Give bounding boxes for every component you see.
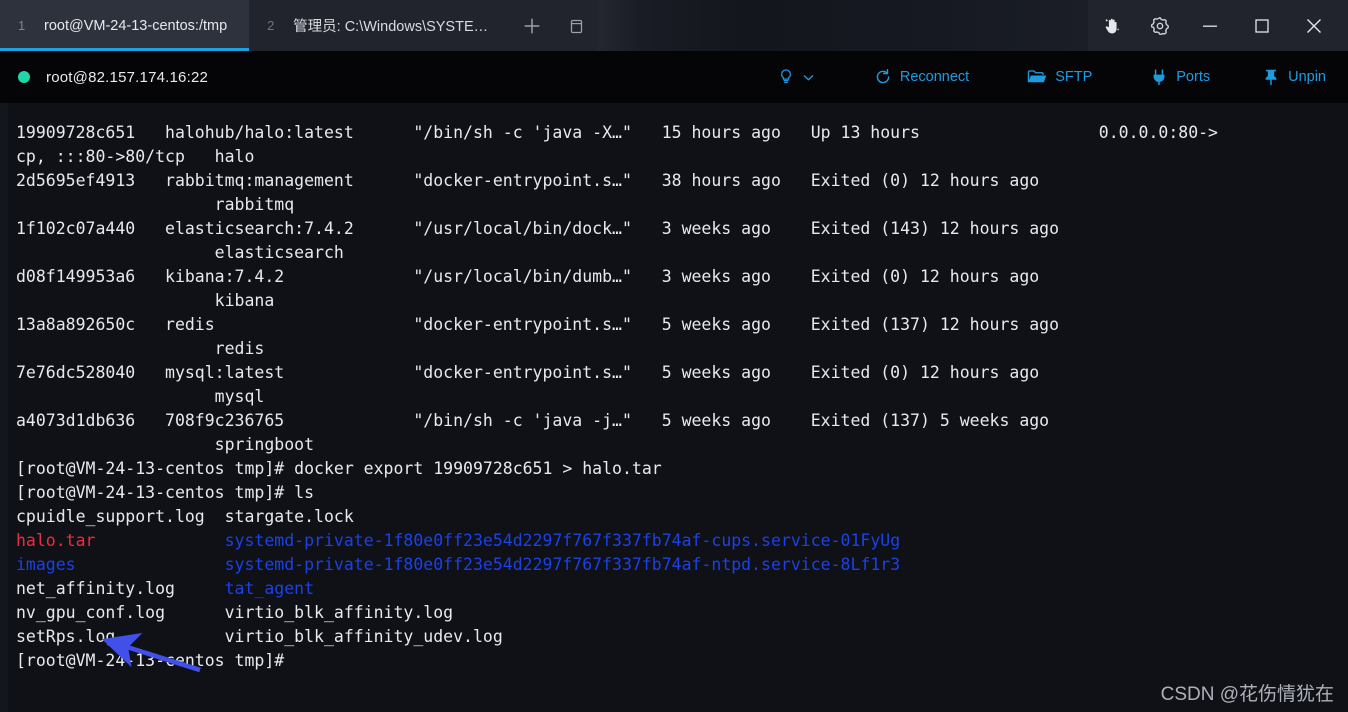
title-bar-drag-region bbox=[598, 0, 1088, 51]
connection-status-dot bbox=[18, 71, 30, 83]
terminal-text: redis bbox=[16, 339, 265, 358]
maximize-button[interactable] bbox=[1236, 0, 1288, 51]
gear-icon bbox=[1149, 15, 1171, 37]
terminal-line: a4073d1db636 708f9c236765 "/bin/sh -c 'j… bbox=[16, 409, 1348, 433]
sftp-label: SFTP bbox=[1055, 69, 1093, 85]
new-tab-button[interactable] bbox=[510, 0, 555, 51]
plus-icon bbox=[522, 16, 542, 36]
terminal-line: [root@VM-24-13-centos tmp]# docker expor… bbox=[16, 457, 1348, 481]
connection-host: root@82.157.174.16:22 bbox=[46, 68, 209, 86]
terminal-text: images bbox=[16, 555, 76, 574]
terminal-text: tat_agent bbox=[224, 579, 315, 598]
tab-2-title: 管理员: C:\Windows\SYSTE… bbox=[293, 19, 489, 35]
unpin-button[interactable]: Unpin bbox=[1262, 68, 1326, 86]
terminal-text: d08f149953a6 kibana:7.4.2 "/usr/local/bi… bbox=[16, 267, 1040, 286]
magic-hand-icon bbox=[1101, 15, 1123, 37]
terminal-text: [root@VM-24-13-centos tmp]# bbox=[16, 651, 285, 670]
terminal-line: kibana bbox=[16, 289, 1348, 313]
terminal-line: 7e76dc528040 mysql:latest "docker-entryp… bbox=[16, 361, 1348, 385]
terminal-text: 7e76dc528040 mysql:latest "docker-entryp… bbox=[16, 363, 1040, 382]
tab-strip: 1 root@VM-24-13-centos:/tmp 2 管理员: C:\Wi… bbox=[0, 0, 599, 51]
terminal-line: net_affinity.log tat_agent bbox=[16, 577, 1348, 601]
plug-icon bbox=[1150, 68, 1168, 86]
tab-1[interactable]: 1 root@VM-24-13-centos:/tmp bbox=[0, 0, 250, 51]
terminal-text: mysql bbox=[16, 387, 265, 406]
tips-button[interactable] bbox=[777, 68, 822, 86]
terminal-text: elasticsearch bbox=[16, 243, 344, 262]
terminal-line: springboot bbox=[16, 433, 1348, 457]
terminal-line: d08f149953a6 kibana:7.4.2 "/usr/local/bi… bbox=[16, 265, 1348, 289]
terminal-line: 13a8a892650c redis "docker-entrypoint.s…… bbox=[16, 313, 1348, 337]
maximize-icon bbox=[1251, 15, 1273, 37]
ports-label: Ports bbox=[1176, 69, 1211, 85]
terminal-text: cpuidle_support.log stargate.lock bbox=[16, 507, 354, 526]
terminal-text: 19909728c651 halohub/halo:latest "/bin/s… bbox=[16, 123, 1218, 142]
terminal-text: nv_gpu_conf.log virtio_blk_affinity.log bbox=[16, 603, 454, 622]
terminal-text: 1f102c07a440 elasticsearch:7.4.2 "/usr/l… bbox=[16, 219, 1060, 238]
settings-button[interactable] bbox=[1136, 0, 1184, 51]
terminal-text: setRps.log virtio_blk_affinity_udev.log bbox=[16, 627, 503, 646]
tab-2[interactable]: 2 管理员: C:\Windows\SYSTE… bbox=[249, 0, 511, 51]
tab-1-title: root@VM-24-13-centos:/tmp bbox=[44, 17, 228, 34]
refresh-icon bbox=[874, 68, 892, 86]
terminal-text: 13a8a892650c redis "docker-entrypoint.s…… bbox=[16, 315, 1060, 334]
terminal-text: rabbitmq bbox=[16, 195, 295, 214]
terminal-line: cp, :::80->80/tcp halo bbox=[16, 145, 1348, 169]
tab-1-number: 1 bbox=[18, 18, 26, 33]
app-window: 1 root@VM-24-13-centos:/tmp 2 管理员: C:\Wi… bbox=[0, 0, 1348, 712]
terminal-line: halo.tar systemd-private-1f80e0ff23e54d2… bbox=[16, 529, 1348, 553]
terminal-line: mysql bbox=[16, 385, 1348, 409]
tab-2-number: 2 bbox=[267, 18, 275, 33]
watermark: CSDN @花伤情犹在 bbox=[1160, 684, 1334, 705]
session-toolbar: root@82.157.174.16:22 Reconnect SFTP Por… bbox=[0, 51, 1348, 103]
minimize-button[interactable] bbox=[1184, 0, 1236, 51]
sftp-button[interactable]: SFTP bbox=[1027, 68, 1092, 86]
terminal-text: 2d5695ef4913 rabbitmq:management "docker… bbox=[16, 171, 1040, 190]
minimize-icon bbox=[1199, 15, 1221, 37]
terminal-line: nv_gpu_conf.log virtio_blk_affinity.log bbox=[16, 601, 1348, 625]
lightbulb-icon bbox=[777, 68, 795, 86]
terminal-line: 1f102c07a440 elasticsearch:7.4.2 "/usr/l… bbox=[16, 217, 1348, 241]
reconnect-label: Reconnect bbox=[899, 69, 970, 85]
terminal-line: [root@VM-24-13-centos tmp]# ls bbox=[16, 481, 1348, 505]
terminal-text: systemd-private-1f80e0ff23e54d2297f767f3… bbox=[224, 531, 901, 550]
terminal-text: [root@VM-24-13-centos tmp]# ls bbox=[16, 483, 315, 502]
terminal-line: images systemd-private-1f80e0ff23e54d229… bbox=[16, 553, 1348, 577]
terminal-pane[interactable]: 19909728c651 halohub/halo:latest "/bin/s… bbox=[0, 103, 1348, 712]
terminal-line: redis bbox=[16, 337, 1348, 361]
terminal-line: elasticsearch bbox=[16, 241, 1348, 265]
close-button[interactable] bbox=[1288, 0, 1340, 51]
panes-icon bbox=[566, 16, 586, 36]
terminal-output: 19909728c651 halohub/halo:latest "/bin/s… bbox=[16, 121, 1348, 673]
terminal-text: a4073d1db636 708f9c236765 "/bin/sh -c 'j… bbox=[16, 411, 1050, 430]
terminal-text: halo.tar bbox=[16, 531, 96, 550]
unpin-label: Unpin bbox=[1288, 69, 1326, 85]
terminal-left-edge bbox=[0, 103, 8, 712]
terminal-line: cpuidle_support.log stargate.lock bbox=[16, 505, 1348, 529]
close-icon bbox=[1302, 14, 1326, 38]
terminal-line: setRps.log virtio_blk_affinity_udev.log bbox=[16, 625, 1348, 649]
pin-icon bbox=[1262, 68, 1280, 86]
split-panes-button[interactable] bbox=[554, 0, 599, 51]
terminal-text: [root@VM-24-13-centos tmp]# docker expor… bbox=[16, 459, 662, 478]
window-controls bbox=[1088, 0, 1348, 51]
terminal-line: 2d5695ef4913 rabbitmq:management "docker… bbox=[16, 169, 1348, 193]
terminal-text: springboot bbox=[16, 435, 315, 454]
magic-hand-button[interactable] bbox=[1088, 0, 1136, 51]
connection-info: root@82.157.174.16:22 bbox=[0, 69, 208, 86]
terminal-text: net_affinity.log bbox=[16, 579, 225, 598]
terminal-line: rabbitmq bbox=[16, 193, 1348, 217]
title-bar: 1 root@VM-24-13-centos:/tmp 2 管理员: C:\Wi… bbox=[0, 0, 1348, 51]
terminal-text: systemd-private-1f80e0ff23e54d2297f767f3… bbox=[224, 555, 901, 574]
terminal-line: 19909728c651 halohub/halo:latest "/bin/s… bbox=[16, 121, 1348, 145]
folder-icon bbox=[1027, 68, 1047, 86]
ports-button[interactable]: Ports bbox=[1150, 68, 1210, 86]
terminal-text: cp, :::80->80/tcp halo bbox=[16, 147, 255, 166]
chevron-down-icon bbox=[803, 72, 814, 83]
terminal-text: kibana bbox=[16, 291, 275, 310]
reconnect-button[interactable]: Reconnect bbox=[874, 68, 969, 86]
terminal-line: [root@VM-24-13-centos tmp]# bbox=[16, 649, 1348, 673]
